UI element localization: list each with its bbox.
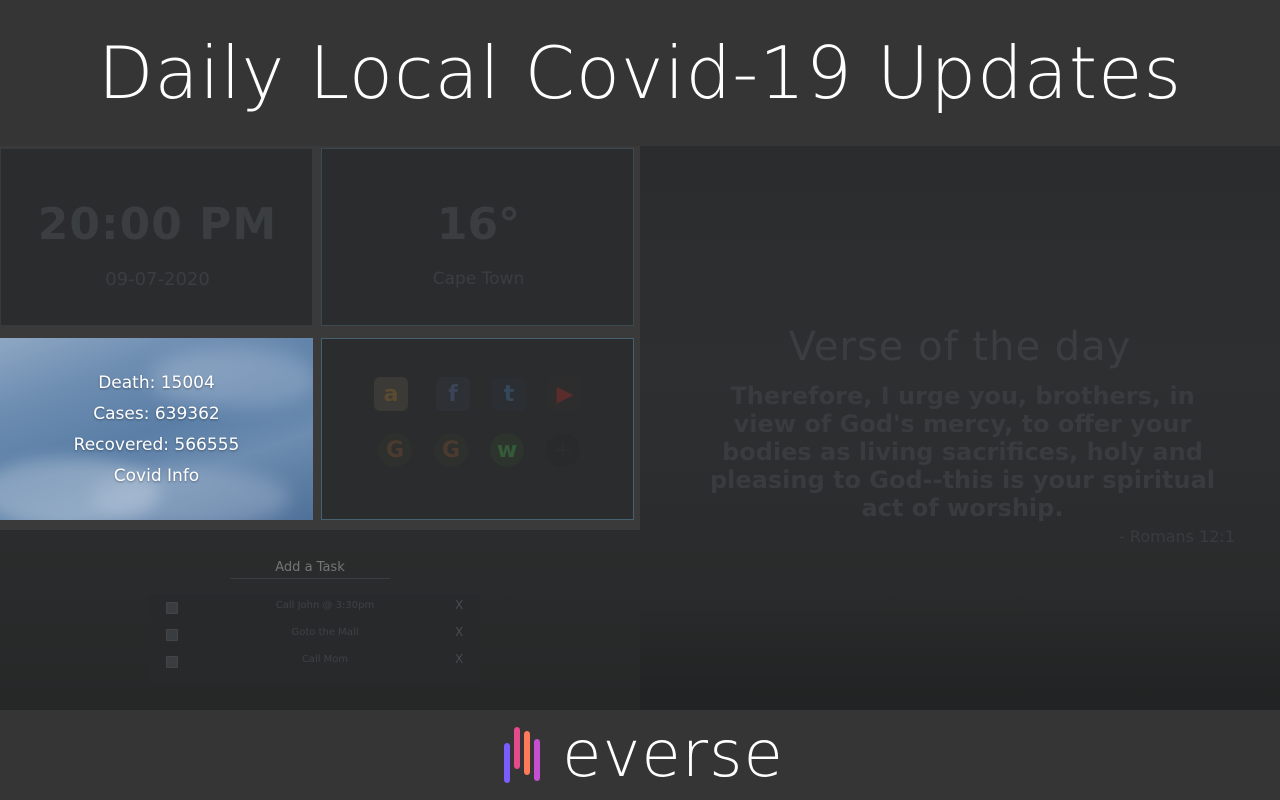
covid-info-link[interactable]: Covid Info [0,461,313,492]
amazon-icon[interactable]: a [374,377,408,411]
remove-task-button[interactable]: X [455,625,463,639]
brand-footer: everse [0,710,1280,800]
weather-temperature: 16° [436,199,521,250]
verse-title: Verse of the day [788,324,1132,370]
widget-grid: 20:00 PM 09-07-2020 16° Cape Town Death:… [0,146,640,530]
remove-task-button[interactable]: X [455,598,463,612]
clock-date: 09-07-2020 [105,269,210,290]
task-checkbox[interactable] [166,629,178,641]
google-icon[interactable]: G [378,433,412,467]
task-checkbox[interactable] [166,656,178,668]
todo-item: Call John @ 3:30pm X [150,594,480,620]
todo-item: Call Mom X [150,648,480,674]
task-text: Call Mom [301,654,349,665]
covid-recovered: Recovered: 566555 [73,435,240,455]
twitter-icon[interactable]: t [492,377,526,411]
facebook-icon[interactable]: f [436,377,470,411]
google-icon[interactable]: G [434,433,468,467]
covid-stats: Death: 15004 Cases: 639362 Recovered: 56… [0,368,313,492]
task-text: Call John @ 3:30pm [275,600,375,611]
todo-item: Goto the Mall X [150,621,480,647]
verse-text: Therefore, I urge you, brothers, in view… [709,382,1216,522]
task-checkbox[interactable] [166,602,178,614]
browser-new-tab-dashboard: 20:00 PM 09-07-2020 16° Cape Town Death:… [0,146,1280,710]
youtube-icon[interactable]: ▶ [548,377,582,411]
everse-logo-icon [504,727,541,783]
verse-reference: - Romans 12:1 [1119,527,1235,546]
covid-deaths: Death: 15004 [98,373,215,393]
task-text: Goto the Mall [291,627,359,638]
brand-wordmark: everse [562,718,784,792]
add-task-input[interactable] [230,556,390,579]
weather-widget: 16° Cape Town [321,148,634,326]
clock-time: 20:00 PM [37,199,278,250]
weather-city: Cape Town [432,269,525,289]
shortcuts-widget: a f t ▶ G G w + [321,338,634,520]
covid-cases: Cases: 639362 [93,404,220,424]
add-shortcut-icon[interactable]: + [546,433,580,467]
promo-title-bar: Daily Local Covid-19 Updates [0,0,1280,146]
background-ocean [640,606,1280,710]
covid-widget: Death: 15004 Cases: 639362 Recovered: 56… [0,338,313,520]
todo-list: Call John @ 3:30pm X Goto the Mall X Cal… [150,594,480,682]
clock-widget: 20:00 PM 09-07-2020 [0,148,313,326]
whatsapp-icon[interactable]: w [490,433,524,467]
remove-task-button[interactable]: X [455,652,463,666]
promo-title: Daily Local Covid-19 Updates [98,31,1182,115]
